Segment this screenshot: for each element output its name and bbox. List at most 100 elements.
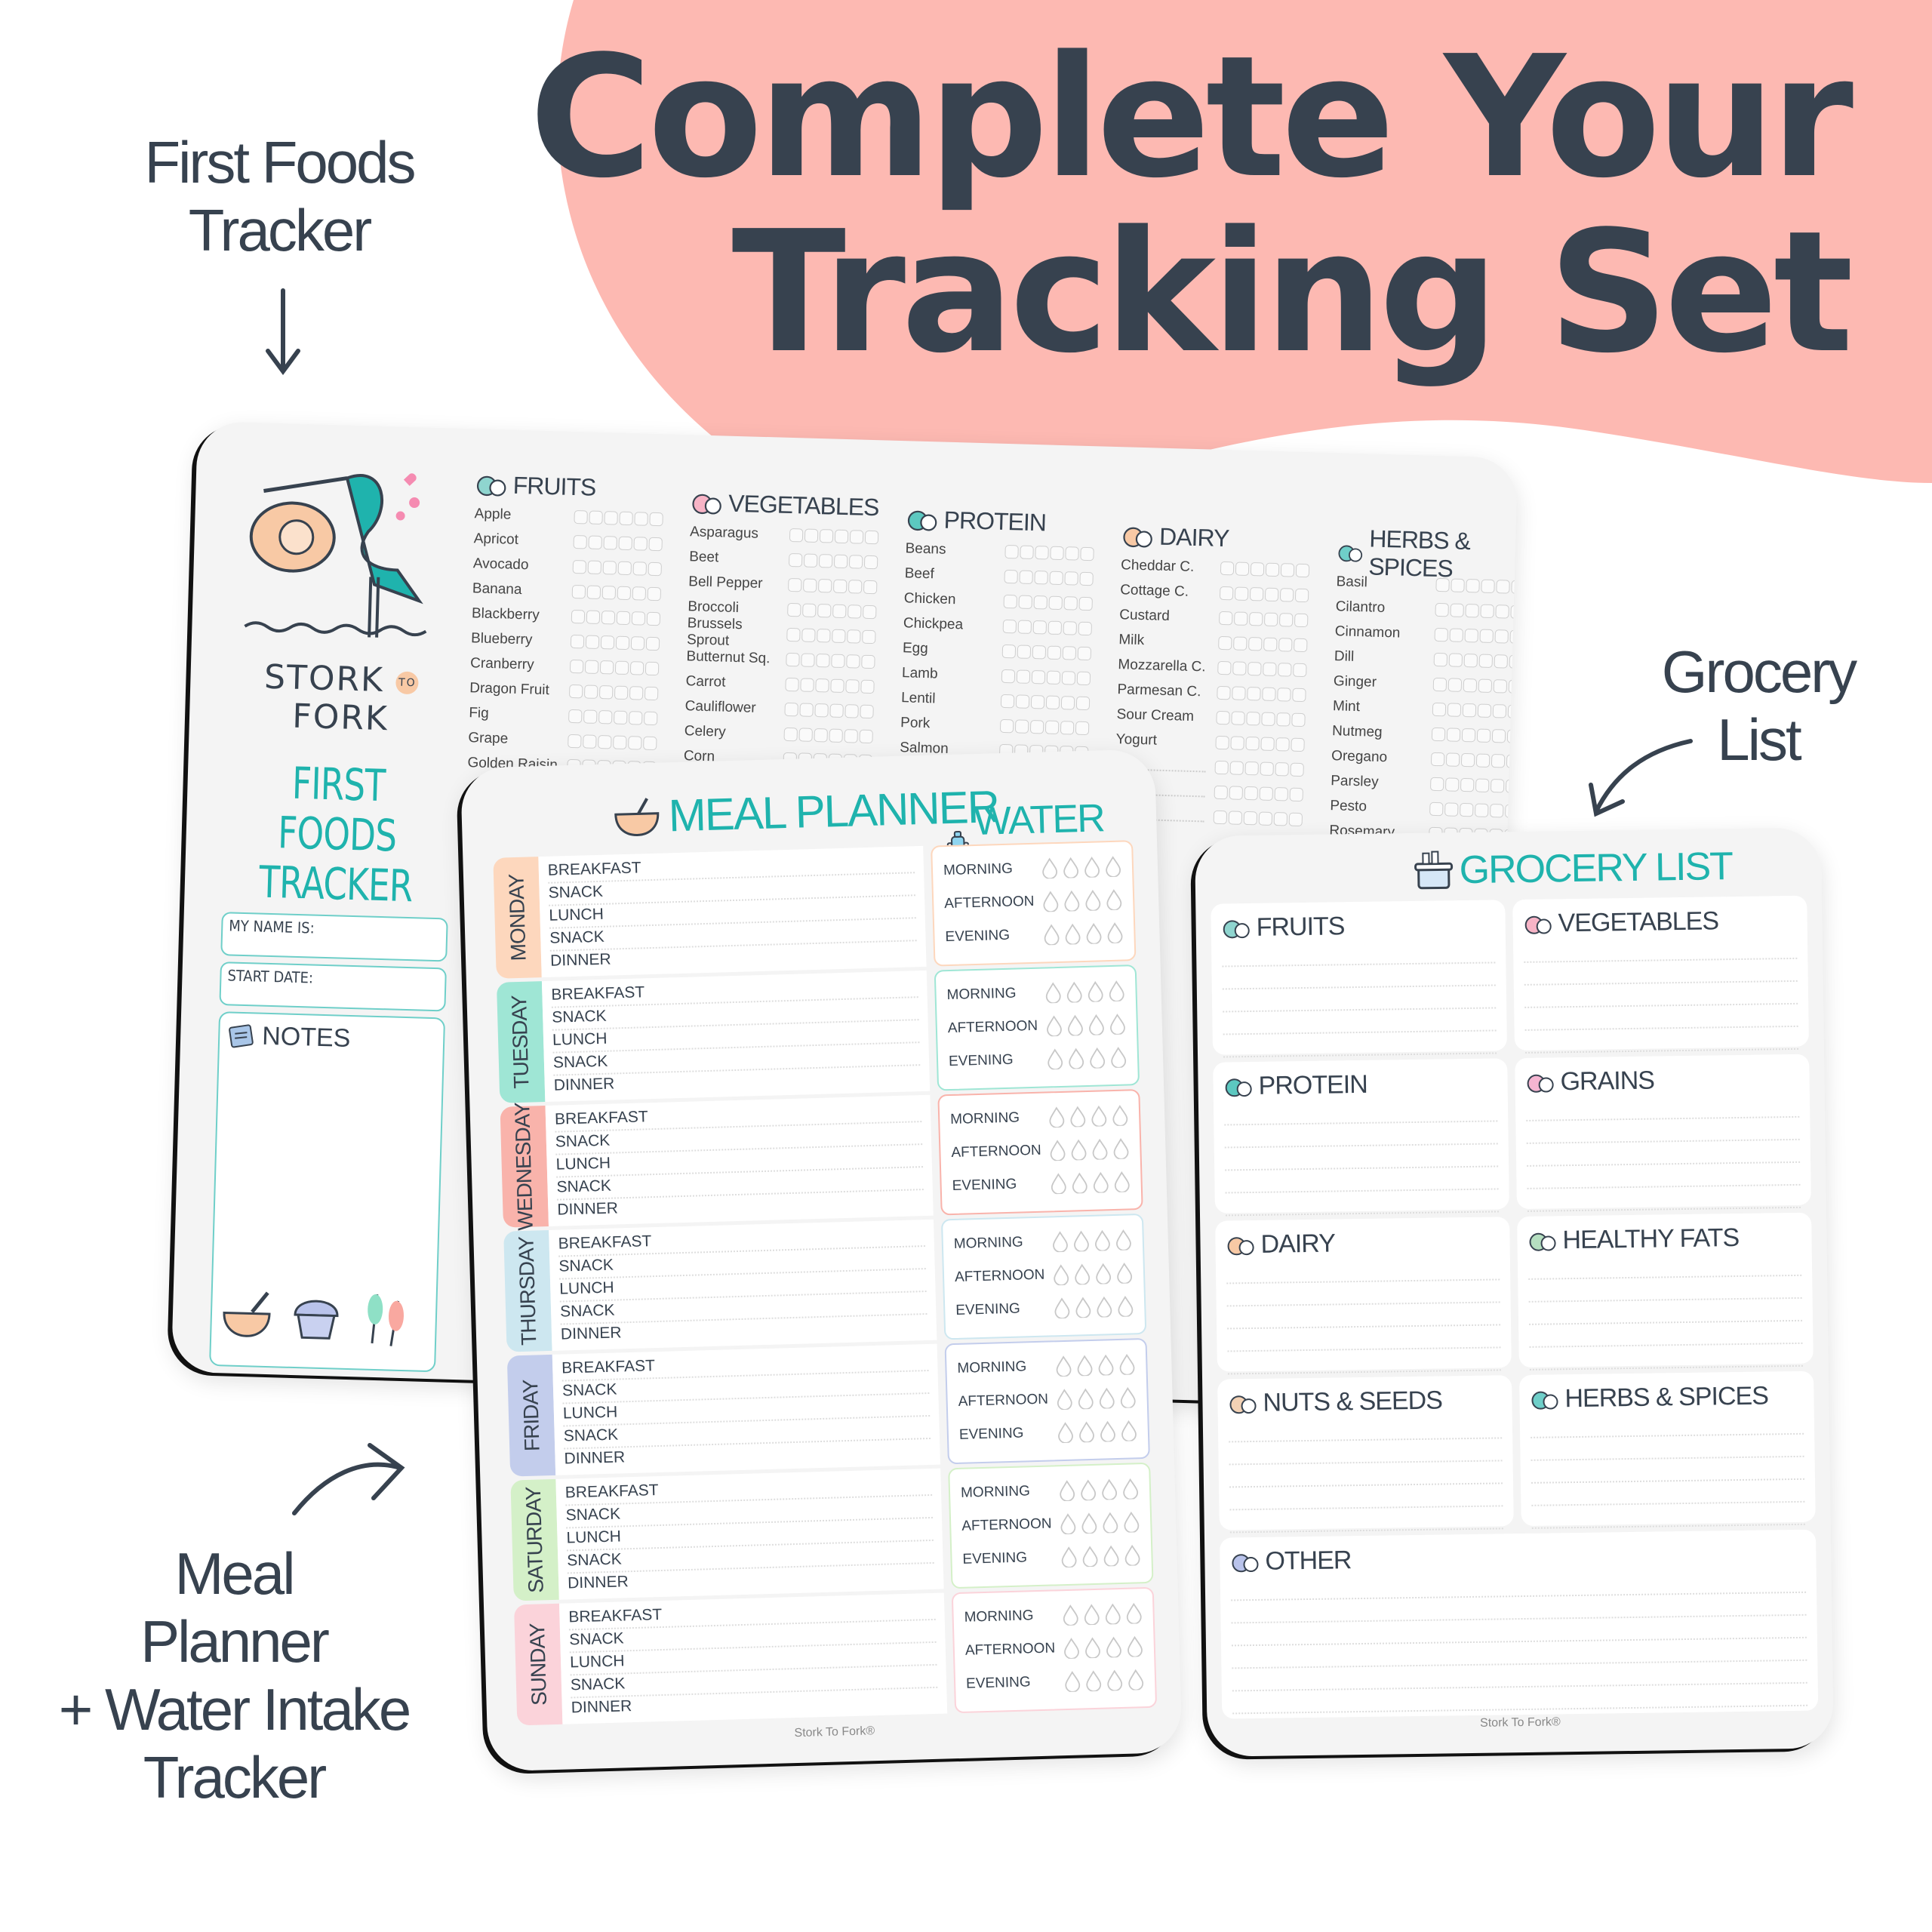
water-drop-icon[interactable] (1102, 1512, 1119, 1534)
checkbox[interactable] (831, 654, 845, 668)
water-drop-icon[interactable] (1091, 1138, 1109, 1160)
checkbox[interactable] (1260, 761, 1274, 776)
checkbox[interactable] (1046, 670, 1061, 685)
checkbox[interactable] (1217, 660, 1232, 675)
checkbox[interactable] (801, 652, 815, 667)
checkbox[interactable] (1505, 804, 1518, 818)
checkbox[interactable] (1248, 611, 1263, 626)
checkbox[interactable] (1445, 752, 1460, 767)
checkbox[interactable] (1463, 678, 1478, 692)
checkbox[interactable] (1080, 546, 1094, 561)
checkbox[interactable] (1244, 761, 1259, 775)
checkbox[interactable] (648, 537, 663, 551)
checkbox[interactable] (631, 611, 646, 626)
checkbox[interactable] (863, 580, 878, 594)
checkbox[interactable] (629, 660, 645, 675)
water-drop-icon[interactable] (1094, 1229, 1111, 1251)
water-drop-icon[interactable] (1084, 1637, 1101, 1659)
checkbox[interactable] (1076, 671, 1091, 685)
checkbox[interactable] (1493, 678, 1508, 694)
checkbox[interactable] (1508, 679, 1518, 694)
checkbox[interactable] (801, 627, 816, 642)
checkbox[interactable] (1507, 704, 1518, 718)
checkbox[interactable] (1444, 777, 1460, 792)
water-drop-icon[interactable] (1091, 1105, 1108, 1127)
checkbox[interactable] (1214, 760, 1229, 774)
checkbox[interactable] (1075, 721, 1090, 735)
checkbox[interactable] (1014, 718, 1029, 734)
water-drop-icon[interactable] (1041, 857, 1059, 879)
water-drop-icon[interactable] (1055, 1355, 1072, 1377)
checkbox[interactable] (814, 728, 828, 742)
checkbox[interactable] (616, 611, 631, 625)
checkbox[interactable] (1263, 637, 1278, 651)
checkbox[interactable] (614, 660, 629, 675)
checkbox[interactable] (832, 604, 847, 618)
checkbox[interactable] (1250, 561, 1265, 577)
checkbox[interactable] (1263, 662, 1277, 676)
checkbox[interactable] (799, 702, 814, 717)
checkbox[interactable] (647, 586, 662, 601)
checkbox[interactable] (598, 734, 612, 749)
checkbox[interactable] (1214, 785, 1229, 799)
checkbox[interactable] (571, 609, 586, 623)
water-drop-icon[interactable] (1120, 1420, 1137, 1441)
water-drop-icon[interactable] (1060, 1513, 1077, 1535)
water-drop-icon[interactable] (1070, 1139, 1088, 1161)
checkbox[interactable] (785, 677, 799, 691)
water-drop-icon[interactable] (1105, 856, 1122, 878)
checkbox[interactable] (1495, 604, 1509, 619)
checkbox[interactable] (1290, 762, 1304, 777)
checkbox[interactable] (1029, 719, 1044, 734)
checkbox[interactable] (583, 684, 598, 699)
checkbox[interactable] (1506, 754, 1518, 768)
water-drop-icon[interactable] (1060, 1546, 1078, 1568)
checkbox[interactable] (1475, 802, 1489, 817)
checkbox[interactable] (1078, 596, 1093, 611)
checkbox[interactable] (1218, 635, 1232, 650)
water-drop-icon[interactable] (1117, 1295, 1134, 1317)
grocery-entry-line[interactable] (1524, 1026, 1799, 1054)
checkbox[interactable] (1460, 802, 1474, 817)
checkbox[interactable] (1048, 620, 1063, 635)
checkbox[interactable] (817, 628, 831, 643)
water-drop-icon[interactable] (1105, 1636, 1122, 1658)
checkbox[interactable] (1229, 785, 1244, 800)
checkbox[interactable] (1232, 685, 1246, 700)
water-drop-icon[interactable] (1103, 1545, 1120, 1567)
water-drop-icon[interactable] (1113, 1171, 1131, 1193)
checkbox[interactable] (1063, 595, 1078, 611)
water-drop-icon[interactable] (1084, 889, 1102, 911)
start-date-field[interactable]: START DATE: (219, 961, 447, 1012)
water-drop-icon[interactable] (1096, 1296, 1113, 1318)
checkbox[interactable] (1000, 694, 1015, 708)
checkbox[interactable] (568, 684, 583, 698)
water-drop-icon[interactable] (1106, 1669, 1124, 1691)
water-drop-icon[interactable] (1128, 1669, 1145, 1690)
checkbox[interactable] (784, 702, 798, 716)
checkbox[interactable] (1031, 669, 1046, 684)
water-drop-icon[interactable] (1089, 1047, 1106, 1069)
checkbox[interactable] (1219, 586, 1234, 600)
checkbox[interactable] (1447, 677, 1463, 692)
checkbox[interactable] (1492, 703, 1507, 718)
checkbox[interactable] (1035, 545, 1049, 560)
checkbox[interactable] (1228, 810, 1243, 825)
water-drop-icon[interactable] (1087, 980, 1104, 1002)
checkbox[interactable] (1476, 728, 1491, 743)
checkbox[interactable] (572, 559, 587, 574)
checkbox[interactable] (803, 553, 818, 568)
checkbox[interactable] (847, 629, 861, 644)
checkbox[interactable] (800, 677, 814, 692)
checkbox[interactable] (829, 728, 843, 743)
checkbox[interactable] (598, 685, 614, 699)
water-drop-icon[interactable] (1109, 1014, 1126, 1035)
checkbox[interactable] (1060, 695, 1075, 710)
checkbox[interactable] (1435, 602, 1449, 617)
water-drop-icon[interactable] (1049, 1140, 1066, 1161)
checkbox[interactable] (1291, 712, 1306, 727)
water-drop-icon[interactable] (1066, 1014, 1084, 1036)
checkbox[interactable] (1449, 627, 1463, 642)
water-drop-icon[interactable] (1054, 1297, 1071, 1319)
checkbox[interactable] (1509, 629, 1518, 644)
